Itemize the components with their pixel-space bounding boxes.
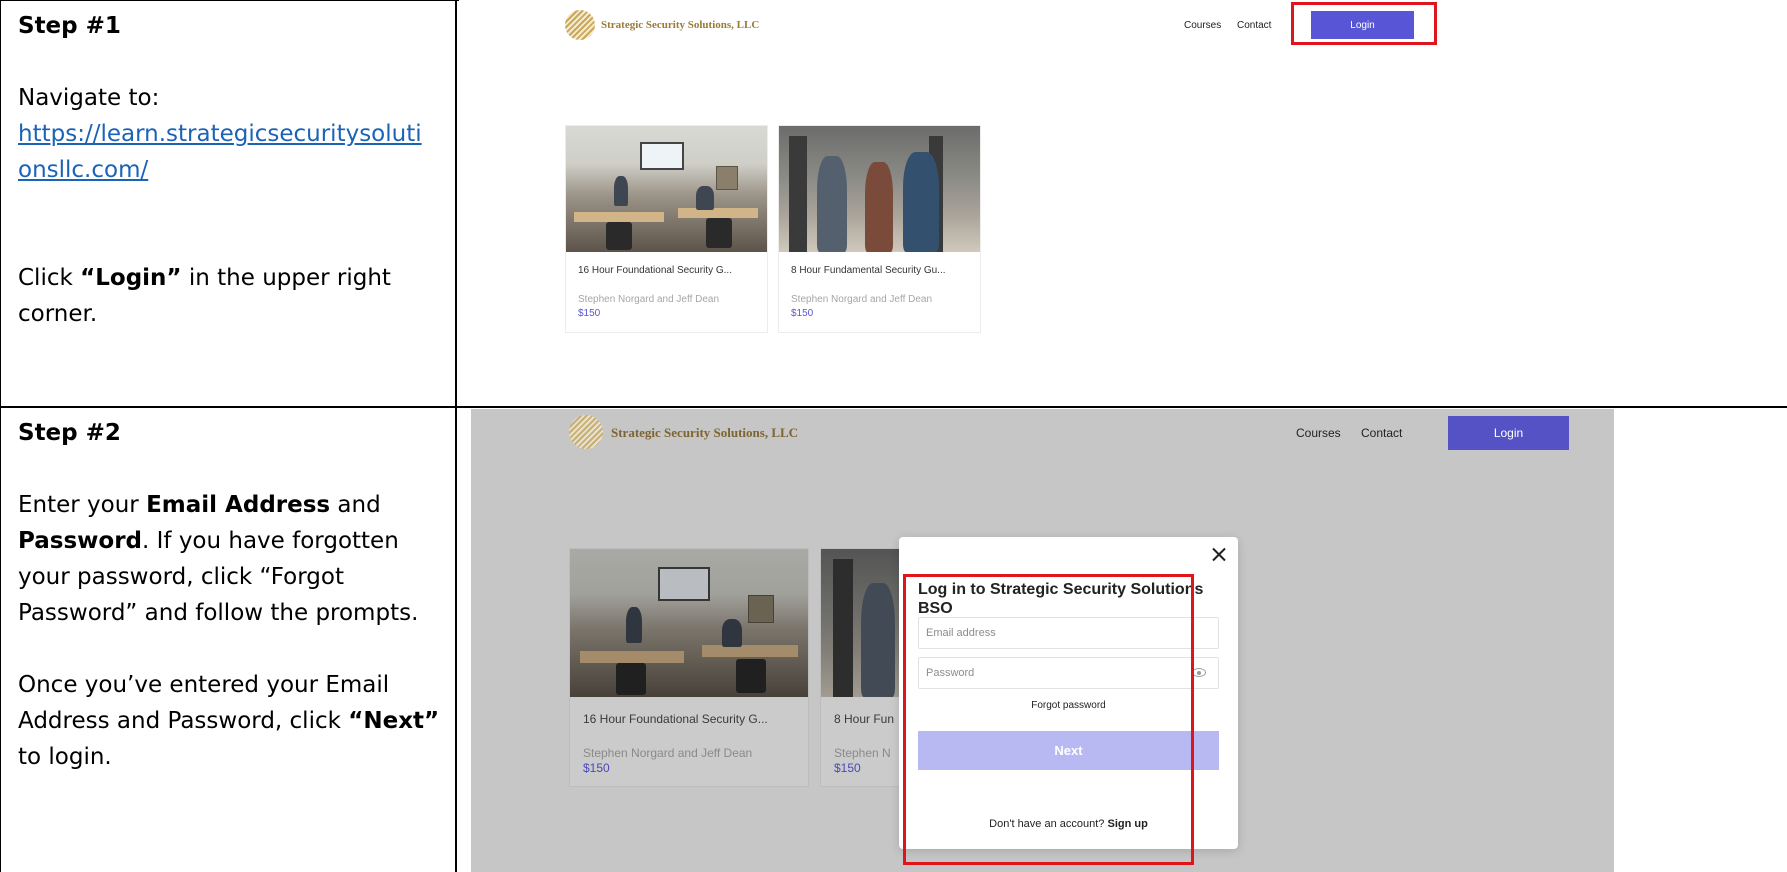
login-highlight-box [1291,2,1437,45]
course-author: Stephen Norgard and Jeff Dean [578,294,720,305]
course-author: Stephen Norgard and Jeff Dean [791,294,933,305]
course-title: 16 Hour Foundational Security G... [578,265,732,276]
course-image-range [779,126,980,252]
eye-icon[interactable] [1192,668,1206,677]
brand-name: Strategic Security Solutions, LLC [601,19,760,31]
course-price: $150 [834,761,861,775]
logo-mark-icon [569,415,603,449]
step2-cell: Step #2 Enter your Email Address and Pas… [0,407,455,783]
step2-paragraph-1: Enter your Email Address and Password. I… [18,492,419,626]
course-author: Stephen N [834,746,891,760]
step1-title: Step #1 [18,13,121,39]
step1-navigate-label: Navigate to: [18,85,160,111]
step1-instruction: Click “Login” in the upper right corner. [18,265,391,327]
step2-title: Step #2 [18,420,121,446]
login-button[interactable]: Login [1448,416,1569,450]
course-price: $150 [578,308,601,319]
course-card[interactable]: 8 Hour Fundamental Security Gu... Stephe… [778,125,981,333]
course-price: $150 [791,308,814,319]
close-icon[interactable] [1212,547,1226,561]
course-image-classroom [566,126,767,252]
table-column-divider [455,0,457,872]
course-title: 8 Hour Fundamental Security Gu... [791,265,946,276]
step2-paragraph-2: Once you’ve entered your Email Address a… [18,672,440,770]
nav-contact-link[interactable]: Contact [1361,426,1402,440]
site-url-link[interactable]: https://learn.strategicsecuritysoluti ons… [18,121,422,183]
step1-cell: Step #1 Navigate to: https://learn.strat… [0,0,455,340]
step2-screenshot: Strategic Security Solutions, LLC Course… [471,409,1614,872]
course-price: $150 [583,761,610,775]
course-image-classroom [570,549,808,697]
step1-screenshot: Strategic Security Solutions, LLC Course… [459,0,1787,406]
brand-name: Strategic Security Solutions, LLC [611,425,799,440]
nav-courses-link[interactable]: Courses [1184,20,1221,31]
logo-mark-icon [565,10,595,40]
course-title: 16 Hour Foundational Security G... [583,712,768,726]
course-card[interactable]: 16 Hour Foundational Security G... Steph… [565,125,768,333]
course-card[interactable]: 16 Hour Foundational Security G... Steph… [569,548,809,787]
nav-contact-link[interactable]: Contact [1237,20,1271,31]
nav-courses-link[interactable]: Courses [1296,426,1341,440]
course-author: Stephen Norgard and Jeff Dean [583,746,753,760]
course-title: 8 Hour Fun [834,712,895,726]
login-form-highlight-box [903,574,1194,865]
